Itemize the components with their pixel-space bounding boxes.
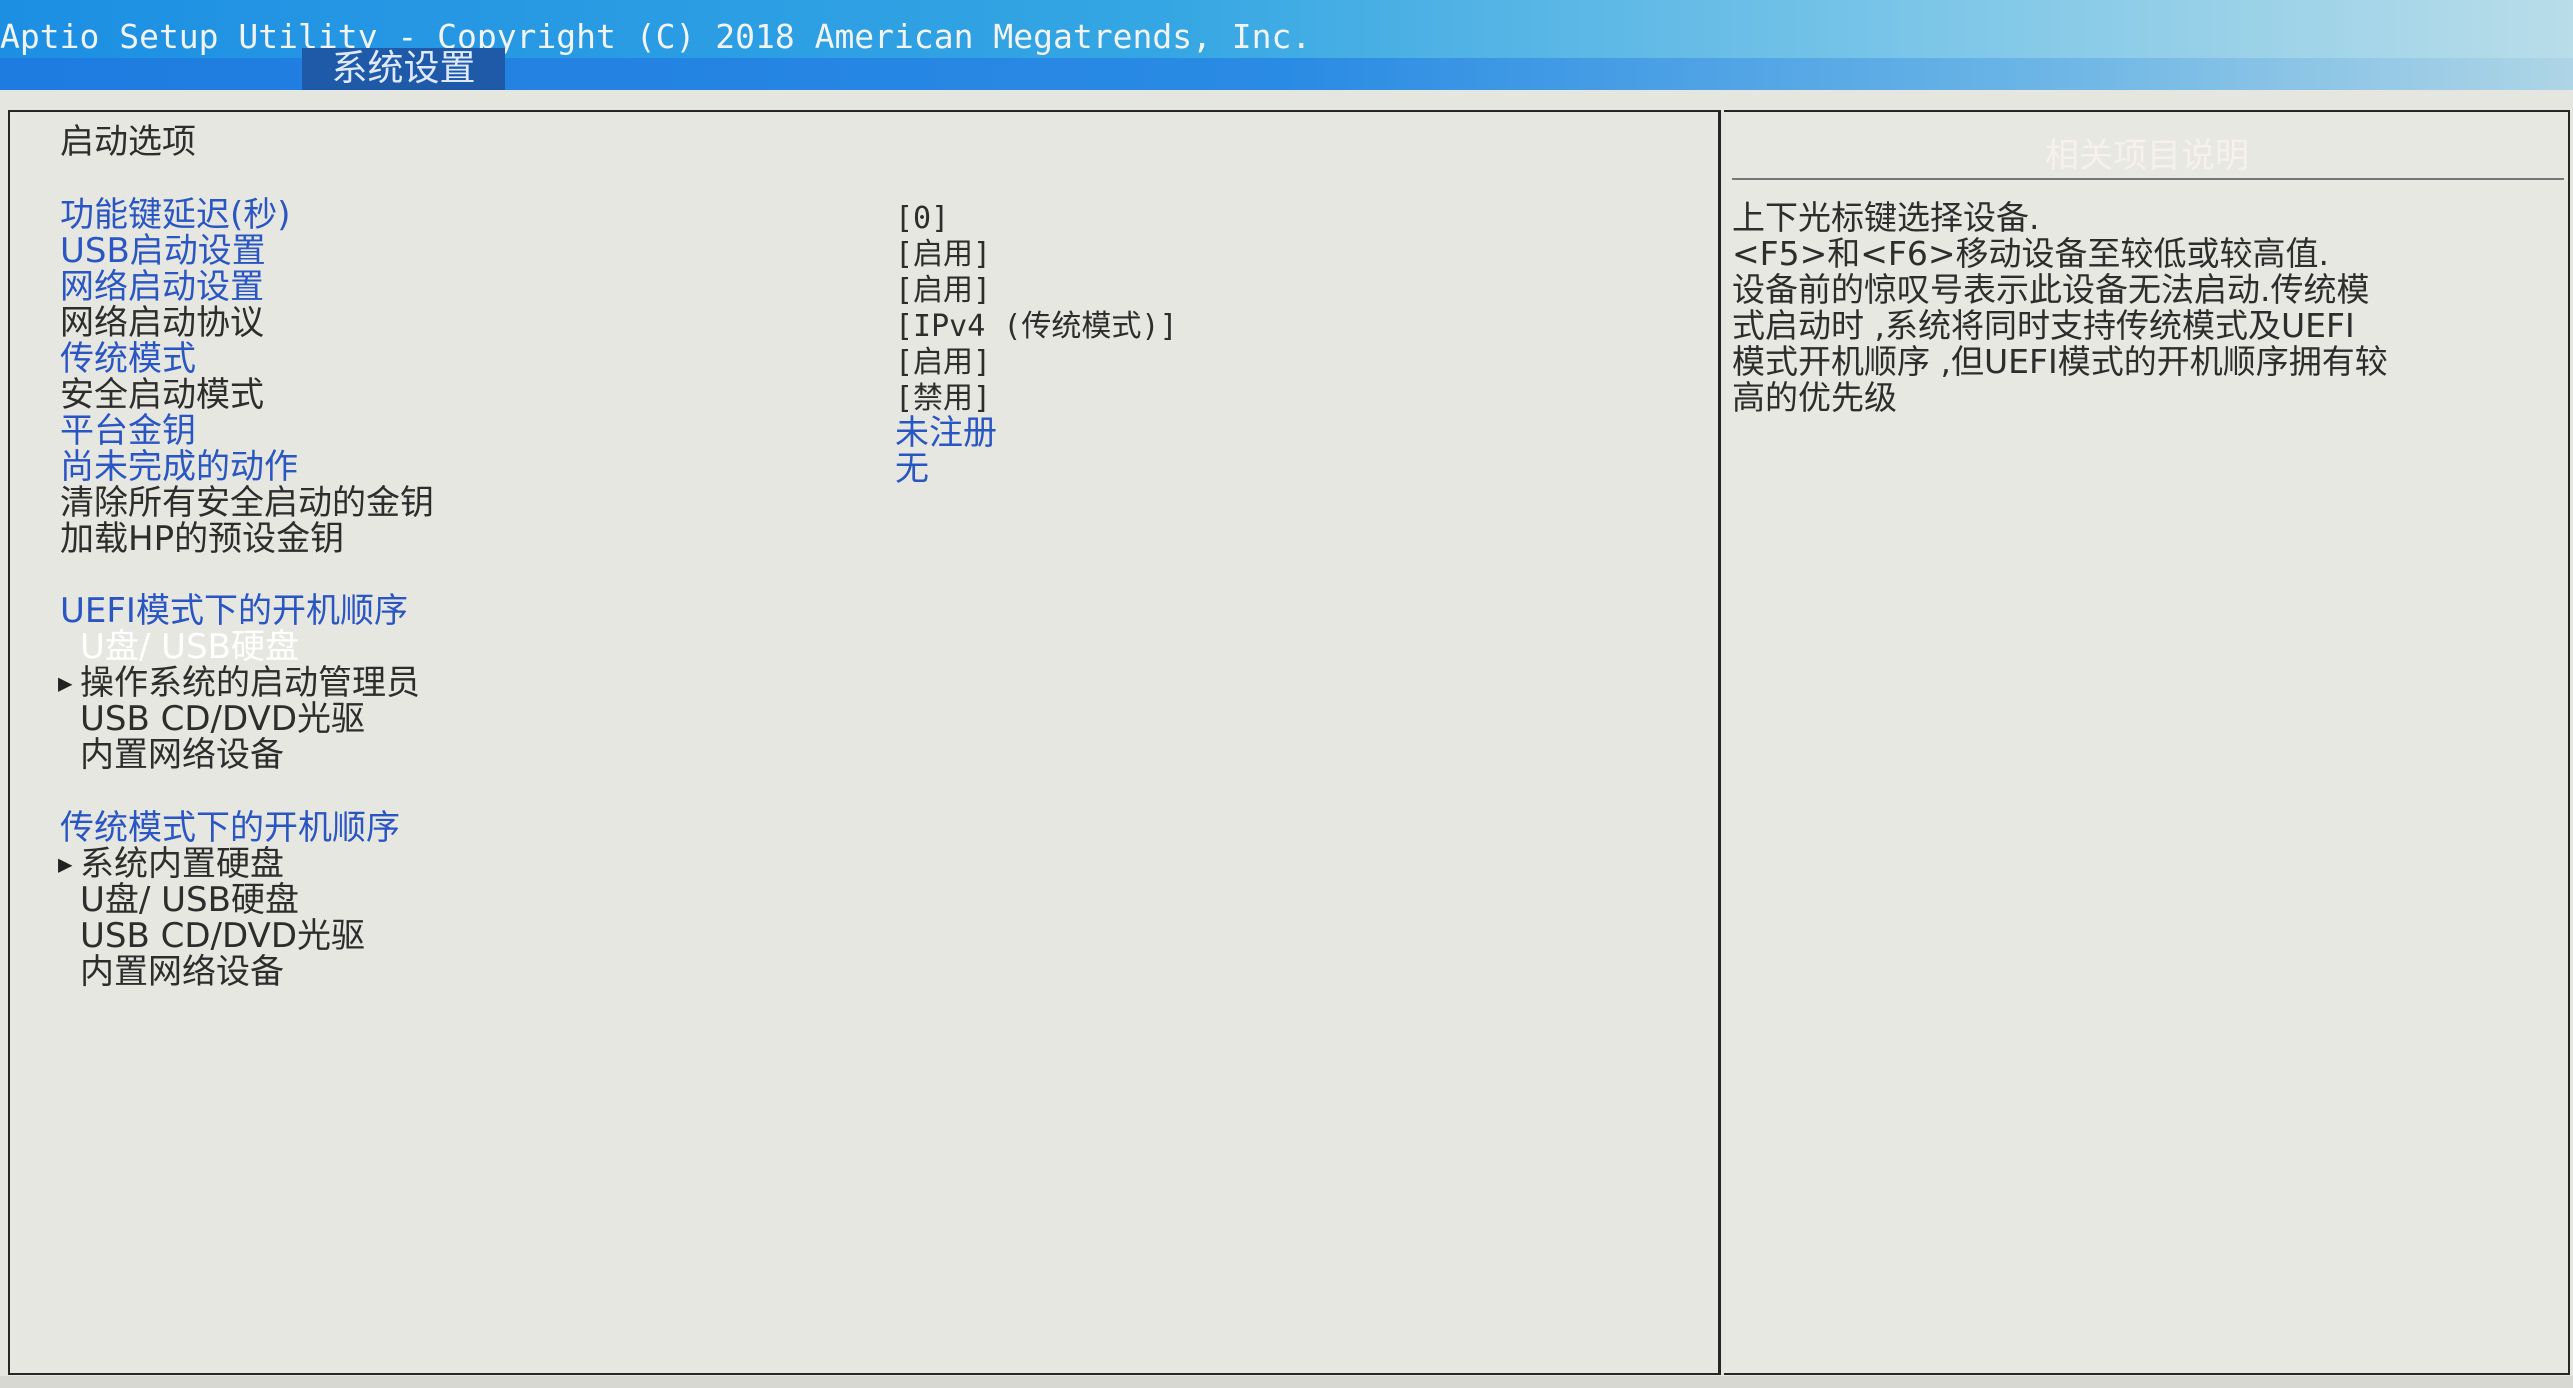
uefi-boot-item-usb-disk[interactable]: U盘/ USB硬盘 bbox=[80, 629, 299, 665]
legacy-boot-item-network[interactable]: 内置网络设备 bbox=[80, 954, 284, 990]
setting-secure-boot-mode-value: [禁用] bbox=[895, 381, 992, 416]
setting-network-boot-protocol-value: [IPv4 (传统模式)] bbox=[895, 309, 1178, 344]
setting-pending-action[interactable]: 尚未完成的动作 bbox=[60, 449, 298, 485]
uefi-boot-item-usb-cd-dvd[interactable]: USB CD/DVD光驱 bbox=[80, 701, 365, 737]
setting-network-boot-value[interactable]: [启用] bbox=[895, 273, 991, 309]
action-clear-secure-boot-keys[interactable]: 清除所有安全启动的金钥 bbox=[60, 485, 434, 521]
setting-function-key-delay-value[interactable]: [0] bbox=[895, 201, 949, 237]
legacy-boot-item-usb-disk[interactable]: U盘/ USB硬盘 bbox=[80, 882, 299, 918]
setting-legacy-mode-value[interactable]: [启用] bbox=[895, 345, 991, 381]
help-divider bbox=[1732, 178, 2564, 180]
help-line: 模式开机顺序 ,但UEFI模式的开机顺序拥有较 bbox=[1732, 342, 2388, 381]
setting-platform-key-value[interactable]: 未注册 bbox=[895, 415, 997, 451]
uefi-boot-item-os-boot-manager[interactable]: 操作系统的启动管理员 bbox=[80, 665, 420, 701]
legacy-boot-item-usb-cd-dvd[interactable]: USB CD/DVD光驱 bbox=[80, 918, 365, 954]
help-line: 式启动时 ,系统将同时支持传统模式及UEFI bbox=[1732, 306, 2355, 345]
action-load-hp-default-keys[interactable]: 加载HP的预设金钥 bbox=[60, 521, 344, 557]
tab-system-settings[interactable]: 系统设置 bbox=[302, 48, 505, 90]
setting-platform-key[interactable]: 平台金钥 bbox=[60, 413, 196, 449]
screen-bottom-edge bbox=[0, 1376, 2573, 1388]
help-line: 上下光标键选择设备. bbox=[1732, 198, 2040, 237]
help-line: <F5>和<F6>移动设备至较低或较高值. bbox=[1732, 234, 2330, 273]
help-line: 高的优先级 bbox=[1732, 378, 1897, 417]
setting-network-boot[interactable]: 网络启动设置 bbox=[60, 269, 264, 305]
setting-function-key-delay[interactable]: 功能键延迟(秒) bbox=[60, 197, 291, 233]
help-line: 设备前的惊叹号表示此设备无法启动.传统模 bbox=[1732, 270, 2370, 309]
setting-network-boot-protocol: 网络启动协议 bbox=[60, 303, 264, 343]
arrow-right-icon: ▶ bbox=[58, 669, 73, 697]
uefi-boot-order-heading: UEFI模式下的开机顺序 bbox=[60, 591, 408, 631]
setting-usb-boot-value[interactable]: [启用] bbox=[895, 237, 991, 273]
legacy-boot-item-internal-hdd[interactable]: 系统内置硬盘 bbox=[80, 846, 284, 882]
setting-pending-action-value[interactable]: 无 bbox=[895, 451, 929, 487]
arrow-right-icon: ▶ bbox=[58, 850, 73, 878]
uefi-boot-item-network[interactable]: 内置网络设备 bbox=[80, 737, 284, 773]
legacy-boot-order-heading: 传统模式下的开机顺序 bbox=[60, 808, 400, 848]
setting-secure-boot-mode: 安全启动模式 bbox=[60, 375, 264, 415]
setting-legacy-mode[interactable]: 传统模式 bbox=[60, 341, 196, 377]
setting-usb-boot[interactable]: USB启动设置 bbox=[60, 233, 266, 269]
section-title: 启动选项 bbox=[60, 122, 196, 162]
help-title: 相关项目说明 bbox=[2045, 136, 2249, 176]
